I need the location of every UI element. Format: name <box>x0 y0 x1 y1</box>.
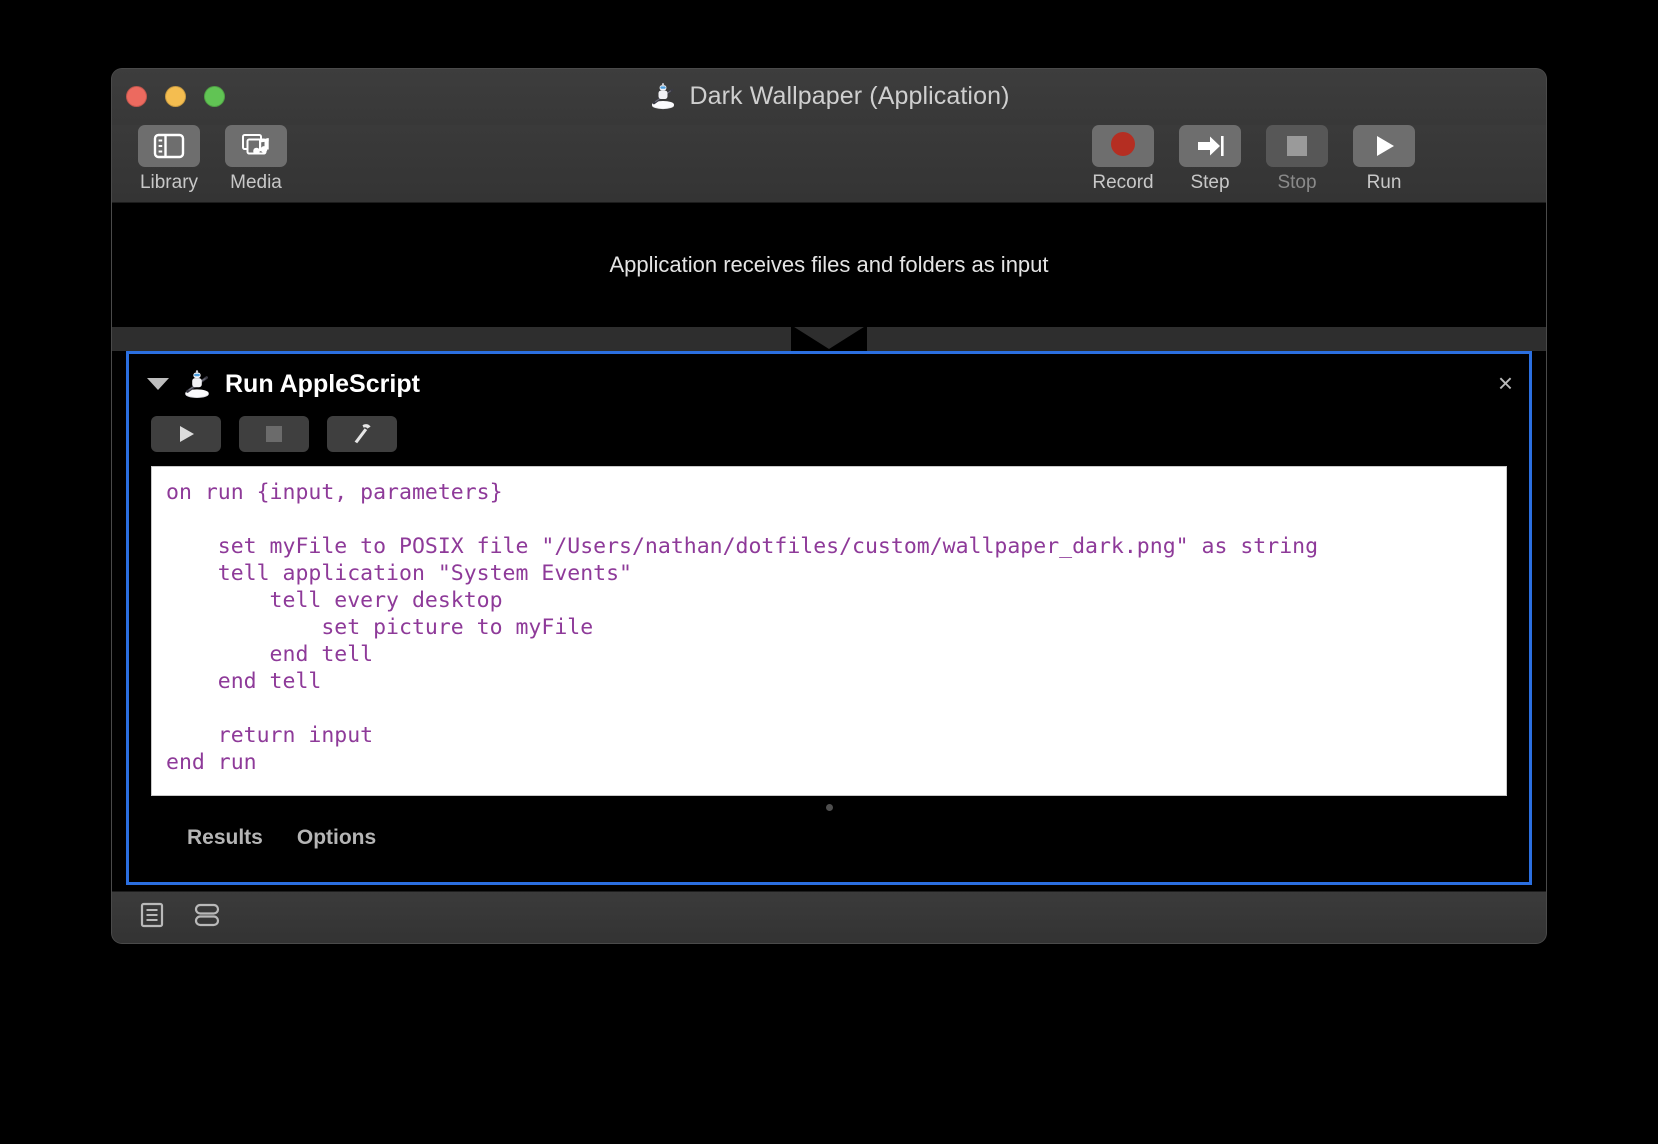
editor-resize-grip-row <box>129 796 1529 818</box>
log-view-icon[interactable] <box>138 901 166 934</box>
workflow-connector-strip <box>112 325 1546 351</box>
toolbar-record-label: Record <box>1092 172 1154 193</box>
action-tab-bar: Results Options <box>129 818 1529 850</box>
automator-robot-icon <box>181 368 213 400</box>
main-toolbar: Library Media Record Step Stop Run <box>112 125 1546 203</box>
compile-script-button[interactable] <box>327 416 397 452</box>
media-browser-icon <box>225 125 287 167</box>
run-script-button[interactable] <box>151 416 221 452</box>
action-run-applescript[interactable]: Run AppleScript × on run {input, paramet… <box>126 351 1532 885</box>
toolbar-library-button[interactable]: Library <box>126 125 212 194</box>
play-triangle-icon <box>180 426 194 442</box>
toolbar-record-button[interactable]: Record <box>1080 125 1166 194</box>
disclosure-triangle-icon[interactable] <box>147 378 169 390</box>
toolbar-step-button[interactable]: Step <box>1167 125 1253 194</box>
toolbar-run-button[interactable]: Run <box>1341 125 1427 194</box>
hammer-icon <box>354 424 371 444</box>
resize-grip-handle[interactable] <box>825 803 833 811</box>
step-arrow-icon <box>1179 125 1241 167</box>
toolbar-library-label: Library <box>139 172 199 193</box>
library-panel-icon <box>138 125 200 167</box>
connector-chevron-icon <box>791 325 867 351</box>
applescript-editor[interactable]: on run {input, parameters} set myFile to… <box>151 466 1507 796</box>
automator-robot-icon <box>648 81 678 111</box>
stop-script-button[interactable] <box>239 416 309 452</box>
toolbar-run-label: Run <box>1366 172 1402 193</box>
automator-window: Dark Wallpaper (Application) Library Med… <box>112 69 1546 943</box>
window-title-group: Dark Wallpaper (Application) <box>112 81 1546 111</box>
record-circle-icon <box>1092 125 1154 167</box>
toolbar-media-label: Media <box>230 172 282 193</box>
stop-square-icon <box>266 426 282 442</box>
window-titlebar: Dark Wallpaper (Application) <box>112 69 1546 125</box>
tab-results[interactable]: Results <box>187 826 263 850</box>
workflow-input-banner: Application receives files and folders a… <box>112 203 1546 327</box>
window-statusbar <box>112 891 1546 943</box>
stop-square-icon <box>1266 125 1328 167</box>
workflow-canvas: Application receives files and folders a… <box>112 203 1546 891</box>
workflow-input-text: Application receives files and folders a… <box>609 252 1049 277</box>
toolbar-step-label: Step <box>1190 172 1230 193</box>
toolbar-stop-label: Stop <box>1277 172 1317 193</box>
toolbar-media-button[interactable]: Media <box>213 125 299 194</box>
action-header: Run AppleScript × <box>129 354 1529 408</box>
toolbar-stop-button[interactable]: Stop <box>1254 125 1340 194</box>
variables-view-icon[interactable] <box>192 901 222 934</box>
close-icon[interactable]: × <box>1498 370 1513 396</box>
window-title: Dark Wallpaper (Application) <box>689 81 1010 110</box>
tab-options[interactable]: Options <box>297 826 376 850</box>
action-script-toolbar <box>129 408 1529 466</box>
action-title: Run AppleScript <box>225 369 420 398</box>
play-triangle-icon <box>1353 125 1415 167</box>
applescript-code[interactable]: on run {input, parameters} set myFile to… <box>166 479 1492 776</box>
